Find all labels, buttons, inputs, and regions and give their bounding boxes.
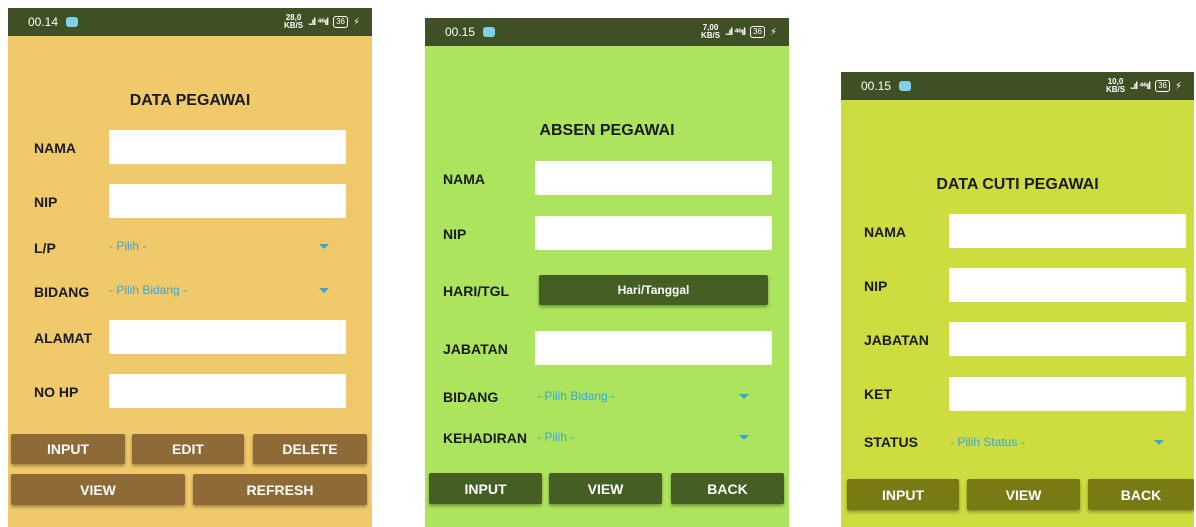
label-bidang: BIDANG xyxy=(34,284,90,300)
label-nama: NAMA xyxy=(34,140,76,156)
bidang-dropdown[interactable]: - Pilih Bidang - xyxy=(537,384,751,408)
bidang-dropdown-value: - Pilih Bidang - xyxy=(537,389,616,403)
jabatan-input[interactable] xyxy=(535,331,772,365)
edit-button[interactable]: EDIT xyxy=(132,434,244,464)
charging-icon: ⚡ xyxy=(352,16,360,28)
back-button[interactable]: BACK xyxy=(671,473,784,504)
dropdown-arrow-icon xyxy=(1154,439,1164,445)
chat-app-icon xyxy=(483,27,496,37)
status-dropdown[interactable]: - Pilih Status - xyxy=(950,430,1166,454)
nip-input[interactable] xyxy=(949,268,1186,302)
network-speed: 10,0 KB/S xyxy=(1105,77,1126,94)
nama-input[interactable] xyxy=(109,130,346,164)
kehadiran-dropdown[interactable]: - Pilih - xyxy=(537,425,751,449)
delete-button[interactable]: DELETE xyxy=(253,434,367,464)
dropdown-arrow-icon xyxy=(739,393,749,399)
signal-icon: ..ıl ⁴⁶ıl xyxy=(725,26,746,38)
view-button[interactable]: VIEW xyxy=(549,473,662,504)
refresh-button[interactable]: REFRESH xyxy=(193,474,367,505)
label-jabatan: JABATAN xyxy=(864,332,929,348)
signal-icon: ..ıl ⁴⁶ıl xyxy=(1130,80,1151,92)
label-haritgl: HARI/TGL xyxy=(443,283,510,299)
battery-icon: 36 xyxy=(333,16,348,28)
charging-icon: ⚡ xyxy=(1174,80,1182,92)
charging-icon: ⚡ xyxy=(769,26,777,38)
status-dropdown-value: - Pilih Status - xyxy=(950,435,1025,449)
status-time: 00.15 xyxy=(861,79,892,93)
status-bar: 00.14 28,0 KB/S ..ıl ⁴⁶ıl 36 ⚡ xyxy=(8,8,372,36)
network-speed: 7,00 KB/S xyxy=(700,23,721,40)
label-kehadiran: KEHADIRAN xyxy=(443,430,527,446)
label-nip: NIP xyxy=(34,194,58,210)
page-title: DATA CUTI PEGAWAI xyxy=(936,176,1099,193)
input-button[interactable]: INPUT xyxy=(429,473,542,504)
phone-data-pegawai: 00.14 28,0 KB/S ..ıl ⁴⁶ıl 36 ⚡ DATA PEGA… xyxy=(8,8,372,527)
view-button[interactable]: VIEW xyxy=(11,474,185,505)
label-alamat: ALAMAT xyxy=(34,330,93,346)
signal-icon: ..ıl ⁴⁶ıl xyxy=(308,16,329,28)
nohp-input[interactable] xyxy=(109,374,346,408)
label-nama: NAMA xyxy=(864,224,906,240)
kehadiran-dropdown-value: - Pilih - xyxy=(537,430,575,444)
label-nama: NAMA xyxy=(443,171,485,187)
nip-input[interactable] xyxy=(535,216,772,250)
nama-input[interactable] xyxy=(535,161,772,195)
phone-absen-pegawai: 00.15 7,00 KB/S ..ıl ⁴⁶ıl 36 ⚡ ABSEN PEG… xyxy=(425,18,789,527)
phone-data-cuti-pegawai: 00.15 10,0 KB/S ..ıl ⁴⁶ıl 36 ⚡ DATA CUTI… xyxy=(841,72,1194,527)
nama-input[interactable] xyxy=(949,214,1186,248)
dropdown-arrow-icon xyxy=(739,434,749,440)
status-time: 00.14 xyxy=(28,15,59,29)
hari-tanggal-button[interactable]: Hari/Tanggal xyxy=(539,275,768,305)
status-time: 00.15 xyxy=(445,25,476,39)
view-button[interactable]: VIEW xyxy=(967,479,1080,510)
page-title: DATA PEGAWAI xyxy=(129,92,251,109)
bidang-dropdown[interactable]: - Pilih Bidang - xyxy=(109,278,331,302)
page-title: ABSEN PEGAWAI xyxy=(539,122,675,139)
battery-icon: 36 xyxy=(1155,80,1170,92)
dropdown-arrow-icon xyxy=(319,243,329,249)
chat-app-icon xyxy=(899,81,912,91)
battery-icon: 36 xyxy=(750,26,765,38)
label-ket: KET xyxy=(864,386,892,402)
status-bar: 00.15 7,00 KB/S ..ıl ⁴⁶ıl 36 ⚡ xyxy=(425,18,789,46)
label-lp: L/P xyxy=(34,240,56,256)
lp-dropdown[interactable]: - Pilih - xyxy=(109,234,331,258)
chat-app-icon xyxy=(66,17,79,27)
ket-input[interactable] xyxy=(949,377,1186,411)
alamat-input[interactable] xyxy=(109,320,346,354)
label-status: STATUS xyxy=(864,434,918,450)
dropdown-arrow-icon xyxy=(319,287,329,293)
back-button[interactable]: BACK xyxy=(1088,479,1194,510)
status-bar: 00.15 10,0 KB/S ..ıl ⁴⁶ıl 36 ⚡ xyxy=(841,72,1194,100)
label-bidang: BIDANG xyxy=(443,389,499,405)
label-nip: NIP xyxy=(864,278,888,294)
nip-input[interactable] xyxy=(109,184,346,218)
network-speed: 28,0 KB/S xyxy=(283,13,304,30)
input-button[interactable]: INPUT xyxy=(847,479,959,510)
jabatan-input[interactable] xyxy=(949,322,1186,356)
label-jabatan: JABATAN xyxy=(443,341,508,357)
label-nip: NIP xyxy=(443,226,467,242)
label-nohp: NO HP xyxy=(34,384,79,400)
lp-dropdown-value: - Pilih - xyxy=(109,239,147,253)
bidang-dropdown-value: - Pilih Bidang - xyxy=(109,283,188,297)
input-button[interactable]: INPUT xyxy=(11,434,125,464)
